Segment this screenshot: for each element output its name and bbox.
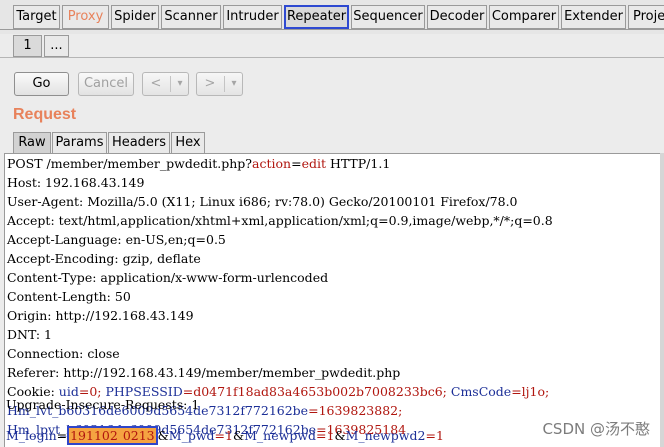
dnt-header: DNT: 1 [7,327,52,342]
host-header: Host: 192.168.43.149 [7,175,145,190]
tab-spider[interactable]: Spider [111,5,159,29]
tab-target[interactable]: Target [13,5,60,29]
tab-headers[interactable]: Headers [108,132,170,154]
watermark: CSDN @汤不憨 [542,420,650,438]
connection-header: Connection: close [7,346,120,361]
accept-header: Accept: text/html,application/xhtml+xml,… [7,213,553,228]
request-heading: Request [13,106,77,123]
back-menu-icon[interactable]: ▾ [171,73,189,95]
tab-decoder[interactable]: Decoder [427,5,487,29]
cancel-button[interactable]: Cancel [78,72,134,96]
tab-scanner[interactable]: Scanner [161,5,221,29]
selected-login-value[interactable]: 191102 0213 [67,426,158,445]
request-line: POST /member/member_pwdedit.php?action=e… [7,156,391,171]
user-agent-header: User-Agent: Mozilla/5.0 (X11; Linux i686… [7,194,518,209]
tab-project[interactable]: Proje [628,5,664,29]
forward-button-group[interactable]: > ▾ [196,72,243,96]
forward-arrow-icon[interactable]: > [197,73,223,95]
repeater-tab-1[interactable]: 1 [13,35,42,57]
upgrade-insecure-header: Upgrade-Insecure-Requests: 1 [6,397,200,412]
referer-header: Referer: http://192.168.43.149/member/me… [7,365,401,380]
subtab-divider [0,57,664,58]
editor-scrollbar[interactable] [660,153,664,447]
tab-proxy[interactable]: Proxy [62,5,109,29]
tab-extender[interactable]: Extender [561,5,626,29]
forward-menu-icon[interactable]: ▾ [225,73,243,95]
repeater-tab-new[interactable]: ... [44,35,69,57]
request-body: M_login= 191102 0213 &M_pwd=1&M_newpwd=1&M_… [6,426,444,445]
tab-raw[interactable]: Raw [13,132,51,154]
tab-comparer[interactable]: Comparer [489,5,559,29]
tab-hex[interactable]: Hex [171,132,205,154]
tab-sequencer[interactable]: Sequencer [351,5,425,29]
tab-params[interactable]: Params [52,132,107,154]
content-length-header: Content-Length: 50 [7,289,131,304]
accept-encoding-header: Accept-Encoding: gzip, deflate [7,251,201,266]
go-button[interactable]: Go [14,72,69,96]
accept-language-header: Accept-Language: en-US,en;q=0.5 [7,232,226,247]
origin-header: Origin: http://192.168.43.149 [7,308,194,323]
back-arrow-icon[interactable]: < [143,73,169,95]
back-button-group[interactable]: < ▾ [142,72,189,96]
tab-repeater[interactable]: Repeater [284,5,349,29]
tab-bar-divider [0,29,664,30]
tab-intruder[interactable]: Intruder [223,5,282,29]
content-type-header: Content-Type: application/x-www-form-url… [7,270,329,285]
